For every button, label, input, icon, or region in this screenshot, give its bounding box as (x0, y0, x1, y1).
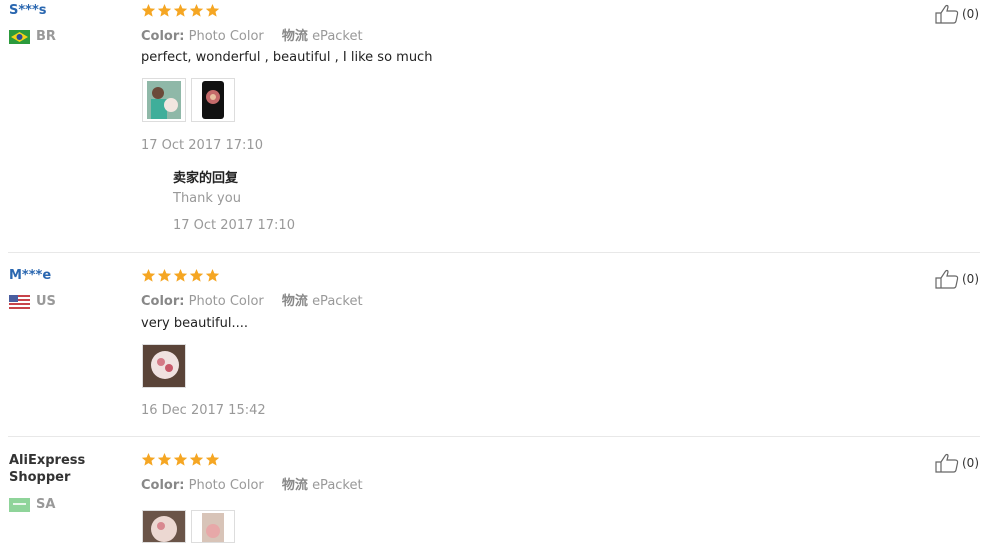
star-icon (205, 3, 220, 17)
shipping-label: 物流 (281, 294, 308, 309)
reviewer-country: BR (9, 29, 56, 44)
thumbs-up-icon (935, 4, 959, 24)
review-date: 17 Oct 2017 17:10 (141, 138, 263, 153)
reviewer-country: SA (9, 497, 55, 512)
order-info: Color: Photo Color 物流 ePacket (141, 290, 363, 309)
star-icon (141, 452, 156, 466)
country-code: BR (36, 29, 56, 44)
reviewer-country: US (9, 294, 56, 309)
order-info: Color: Photo Color 物流 ePacket (141, 474, 363, 493)
us-flag-icon (9, 294, 30, 309)
star-icon (173, 268, 188, 282)
review-photo-thumbnail[interactable] (191, 78, 235, 122)
seller-reply-date: 17 Oct 2017 17:10 (173, 218, 295, 233)
star-rating (141, 3, 220, 18)
seller-reply-text: Thank you (173, 191, 241, 206)
thumbs-up-icon (935, 453, 959, 473)
seller-reply-title: 卖家的回复 (173, 171, 239, 186)
star-icon (189, 268, 204, 282)
country-code: US (36, 294, 56, 309)
helpful-button[interactable]: (0) (935, 453, 979, 473)
review-text: perfect, wonderful , beautiful , I like … (141, 50, 433, 65)
color-label: Color: (141, 478, 185, 493)
reviewer-name[interactable]: S***s (9, 2, 119, 19)
saudi-flag-icon (9, 497, 30, 512)
color-value: Photo Color (188, 29, 264, 44)
star-icon (205, 268, 220, 282)
reviewer-name: AliExpress Shopper (9, 453, 86, 485)
brazil-flag-icon (9, 29, 30, 44)
color-label: Color: (141, 294, 185, 309)
star-icon (173, 452, 188, 466)
star-icon (157, 268, 172, 282)
review-date: 16 Dec 2017 15:42 (141, 403, 266, 418)
shipping-value: ePacket (312, 294, 363, 309)
star-icon (189, 3, 204, 17)
helpful-button[interactable]: (0) (935, 4, 979, 24)
star-icon (173, 3, 188, 17)
review-divider (8, 252, 980, 253)
helpful-count: (0) (962, 456, 979, 470)
review-photo-thumbnail[interactable] (142, 510, 186, 543)
star-icon (157, 3, 172, 17)
color-value: Photo Color (188, 294, 264, 309)
review-photo-thumbnail[interactable] (142, 344, 186, 388)
star-icon (205, 452, 220, 466)
review-photo-thumbnail[interactable] (142, 78, 186, 122)
review-photo-thumbnail[interactable] (191, 510, 235, 543)
star-icon (141, 268, 156, 282)
star-icon (141, 3, 156, 17)
order-info: Color: Photo Color 物流 ePacket (141, 25, 363, 44)
shipping-value: ePacket (312, 29, 363, 44)
country-code: SA (36, 497, 56, 512)
helpful-button[interactable]: (0) (935, 269, 979, 289)
shipping-label: 物流 (281, 29, 308, 44)
helpful-count: (0) (962, 7, 979, 21)
star-icon (189, 452, 204, 466)
color-value: Photo Color (188, 478, 264, 493)
star-rating (141, 452, 220, 467)
review-divider (8, 436, 980, 437)
helpful-count: (0) (962, 272, 979, 286)
color-label: Color: (141, 29, 185, 44)
star-icon (157, 452, 172, 466)
star-rating (141, 268, 220, 283)
shipping-label: 物流 (281, 478, 308, 493)
review-text: very beautiful.... (141, 316, 248, 331)
reviewer-name[interactable]: M***e (9, 267, 119, 284)
shipping-value: ePacket (312, 478, 363, 493)
thumbs-up-icon (935, 269, 959, 289)
